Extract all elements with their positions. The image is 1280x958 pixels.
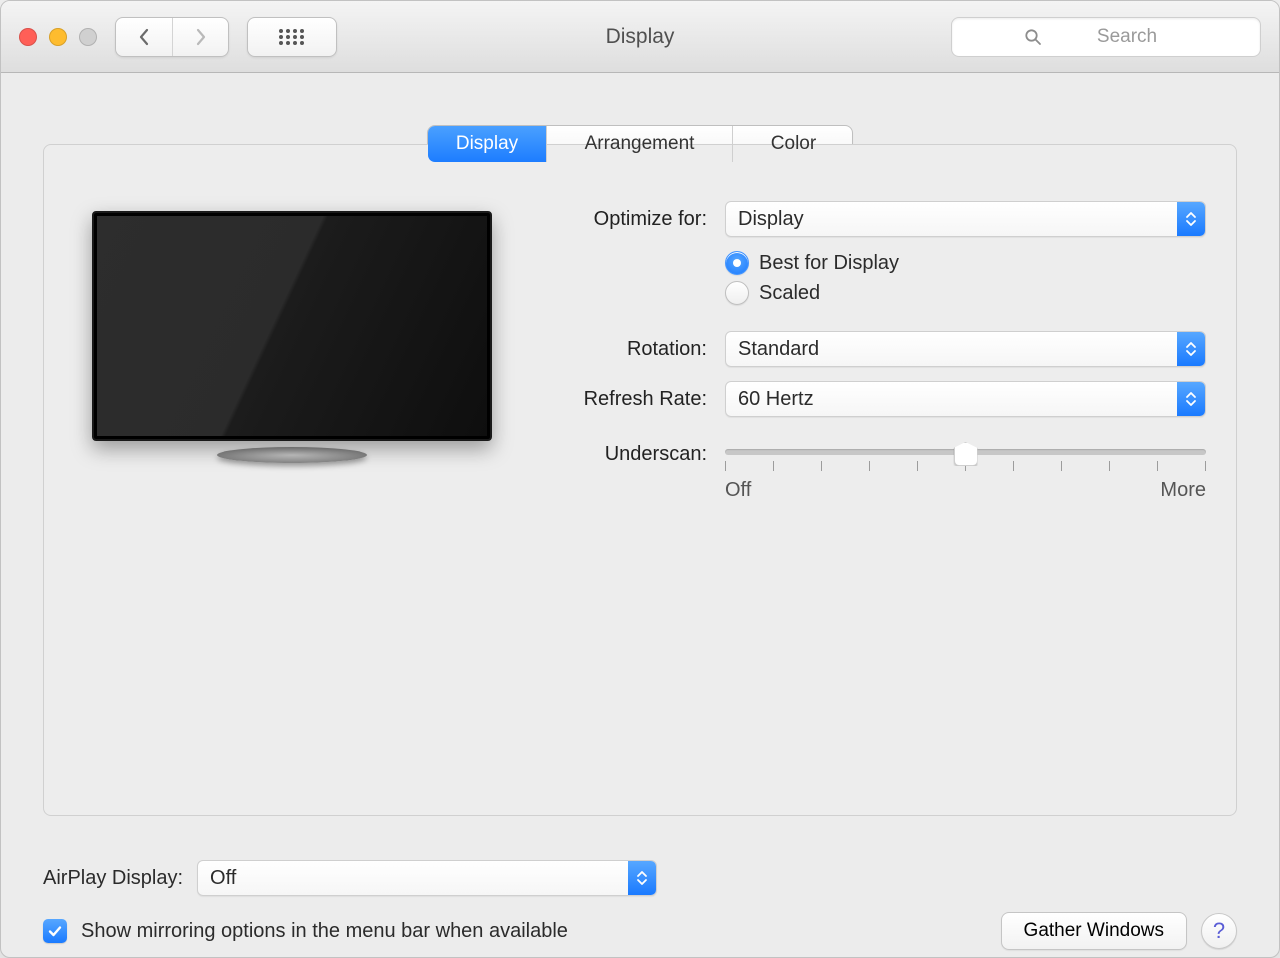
nav-segment <box>115 17 229 57</box>
tab-display[interactable]: Display <box>428 126 546 162</box>
monitor-screen-icon <box>92 211 492 441</box>
monitor-stand-icon <box>217 447 367 463</box>
chevron-right-icon <box>194 28 208 46</box>
rotation-label: Rotation: <box>537 338 707 361</box>
updown-icon <box>1177 332 1205 366</box>
close-window-button[interactable] <box>19 28 37 46</box>
updown-icon <box>1177 382 1205 416</box>
radio-best-for-display[interactable]: Best for Display <box>725 251 1206 275</box>
refresh-rate-popup[interactable]: 60 Hertz <box>725 381 1206 417</box>
underscan-max-label: More <box>1160 479 1206 502</box>
tab-arrangement[interactable]: Arrangement <box>546 126 732 162</box>
back-button[interactable] <box>116 18 172 56</box>
airplay-value: Off <box>210 867 236 890</box>
tab-color[interactable]: Color <box>732 126 853 162</box>
forward-button[interactable] <box>172 18 228 56</box>
preferences-window: Display Display Arrangement Color <box>0 0 1280 958</box>
updown-icon <box>1177 202 1205 236</box>
slider-labels: Off More <box>725 479 1206 502</box>
mirroring-checkbox[interactable] <box>43 919 67 943</box>
settings-column: Optimize for: Display Best for Displ <box>537 201 1206 815</box>
tabs: Display Arrangement Color <box>427 125 853 163</box>
radio-best-label: Best for Display <box>759 252 899 275</box>
refresh-rate-value: 60 Hertz <box>738 388 814 411</box>
refresh-rate-label: Refresh Rate: <box>537 388 707 411</box>
radio-button-icon <box>725 281 749 305</box>
optimize-value: Display <box>738 208 804 231</box>
underscan-min-label: Off <box>725 479 751 502</box>
airplay-popup[interactable]: Off <box>197 860 657 896</box>
display-panel: Optimize for: Display Best for Displ <box>43 144 1237 816</box>
window-title: Display <box>606 25 675 49</box>
gather-windows-button[interactable]: Gather Windows <box>1001 912 1187 950</box>
radio-scaled[interactable]: Scaled <box>725 281 1206 305</box>
help-button[interactable]: ? <box>1201 913 1237 949</box>
bottom-area: AirPlay Display: Off Show mirroring opti… <box>1 836 1279 950</box>
resolution-radio-group: Best for Display Scaled <box>725 251 1206 305</box>
radio-scaled-label: Scaled <box>759 282 820 305</box>
underscan-label: Underscan: <box>537 439 707 466</box>
optimize-popup[interactable]: Display <box>725 201 1206 237</box>
slider-thumb-icon[interactable] <box>954 442 978 466</box>
grid-icon <box>278 28 306 46</box>
show-all-button[interactable] <box>247 17 337 57</box>
radio-button-icon <box>725 251 749 275</box>
help-icon: ? <box>1213 918 1225 944</box>
updown-icon <box>628 861 656 895</box>
underscan-slider[interactable]: Off More <box>725 439 1206 502</box>
content-area: Display Arrangement Color Optimize for: … <box>1 73 1279 836</box>
minimize-window-button[interactable] <box>49 28 67 46</box>
window-toolbar: Display <box>1 1 1279 73</box>
search-input[interactable] <box>951 17 1261 57</box>
rotation-popup[interactable]: Standard <box>725 331 1206 367</box>
airplay-label: AirPlay Display: <box>43 867 183 890</box>
chevron-left-icon <box>137 28 151 46</box>
checkmark-icon <box>47 923 63 939</box>
optimize-label: Optimize for: <box>537 208 707 231</box>
traffic-lights <box>19 28 97 46</box>
mirroring-checkbox-label: Show mirroring options in the menu bar w… <box>81 920 568 943</box>
slider-track <box>725 449 1206 455</box>
rotation-value: Standard <box>738 338 819 361</box>
monitor-preview-column <box>74 201 509 815</box>
search-field-wrap <box>951 17 1261 57</box>
zoom-window-button <box>79 28 97 46</box>
monitor-preview <box>92 211 492 469</box>
